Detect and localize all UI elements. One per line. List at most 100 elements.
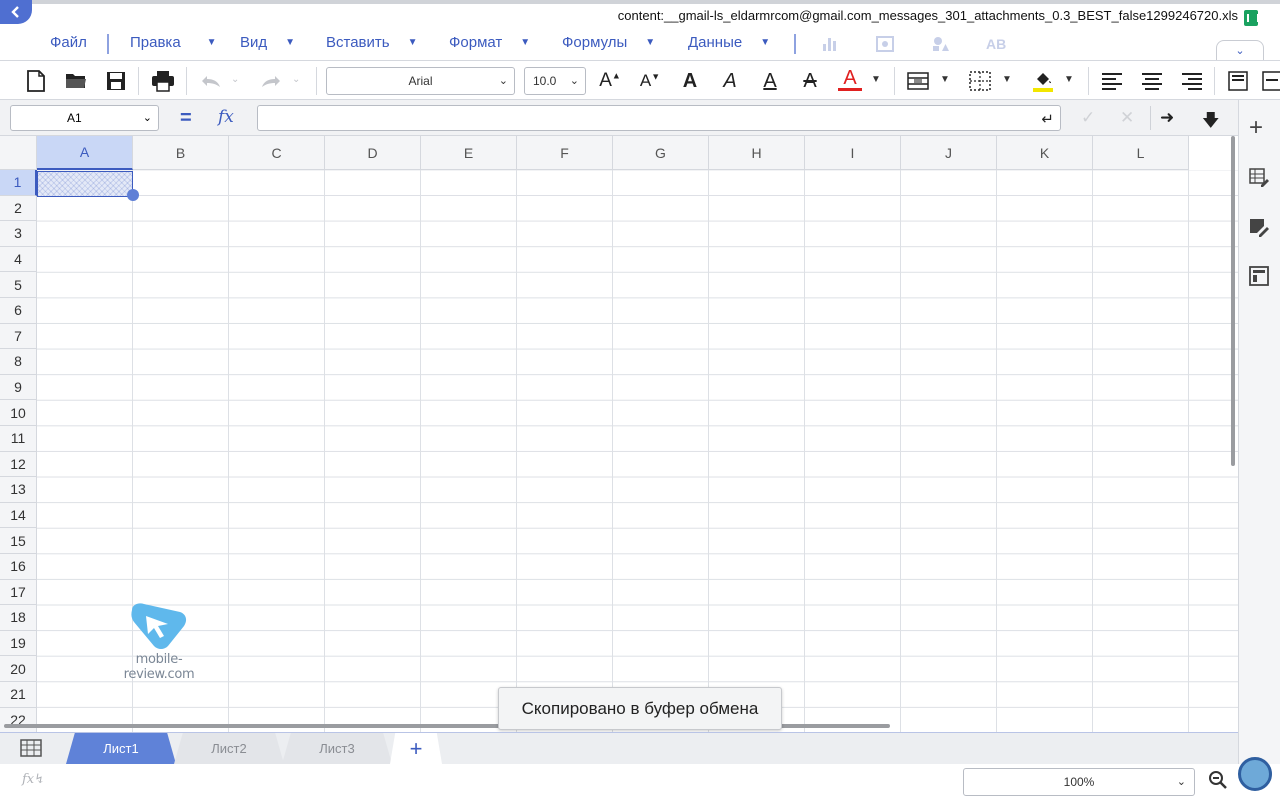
valign-middle-button[interactable] xyxy=(1262,69,1280,93)
column-header-i[interactable]: I xyxy=(805,136,901,170)
function-status-icon[interactable]: fx↯ xyxy=(22,772,45,787)
sheet-tab-2[interactable]: Лист2 xyxy=(174,733,284,764)
strikethrough-button[interactable]: A xyxy=(798,69,822,93)
valign-top-button[interactable] xyxy=(1226,69,1250,93)
confirm-button[interactable]: ✓ xyxy=(1081,108,1095,128)
print-button[interactable] xyxy=(150,69,176,93)
menu-edit[interactable]: Правка ▼ xyxy=(130,34,217,51)
bold-button[interactable]: A xyxy=(678,69,702,93)
row-header-16[interactable]: 16 xyxy=(0,554,37,580)
font-color-button[interactable]: A xyxy=(838,67,862,91)
spreadsheet-grid[interactable]: ABCDEFGHIJKL 1 2 3 4 5 6 7 8 9 10 11 12 13 14 15 16 17 18… xyxy=(0,136,1238,732)
row-header-4[interactable]: 4 xyxy=(0,246,37,273)
underline-button[interactable]: A xyxy=(758,69,782,93)
row-header-3[interactable]: 3 xyxy=(0,221,37,247)
chevron-down-icon[interactable]: ▼ xyxy=(1002,74,1012,85)
row-header-21[interactable]: 21 xyxy=(0,682,37,708)
row-header-18[interactable]: 18 xyxy=(0,605,37,631)
row-header-2[interactable]: 2 xyxy=(0,195,37,222)
column-header-g[interactable]: G xyxy=(613,136,709,170)
collapse-toolbar-button[interactable]: ⌄ xyxy=(1216,40,1264,60)
function-icon[interactable]: fx xyxy=(218,107,234,127)
column-header-b[interactable]: B xyxy=(133,136,229,170)
enter-icon[interactable]: ↵ xyxy=(1041,110,1054,128)
undo-button[interactable] xyxy=(200,69,222,93)
align-right-button[interactable] xyxy=(1180,69,1204,93)
floating-zoom-button[interactable] xyxy=(1238,757,1272,791)
row-header-6[interactable]: 6 xyxy=(0,298,37,324)
shapes-icon[interactable] xyxy=(932,36,950,55)
menu-file[interactable]: Файл xyxy=(50,34,87,51)
zoom-select[interactable]: 100% ⌄ xyxy=(963,768,1195,796)
menu-data[interactable]: Данные ▼ xyxy=(688,34,770,51)
row-header-10[interactable]: 10 xyxy=(0,400,37,426)
chevron-down-icon[interactable]: ⌄ xyxy=(292,74,300,85)
row-header-1[interactable]: 1 xyxy=(0,170,37,196)
fill-color-button[interactable] xyxy=(1030,69,1056,93)
selection-handle[interactable] xyxy=(127,189,139,201)
chart-icon[interactable] xyxy=(822,36,838,55)
move-down-button[interactable]: 🡇 xyxy=(1202,108,1219,137)
equals-icon[interactable]: = xyxy=(180,107,192,130)
row-header-13[interactable]: 13 xyxy=(0,477,37,503)
font-size-select[interactable]: 10.0 ⌄ xyxy=(524,67,586,95)
column-header-k[interactable]: K xyxy=(997,136,1093,170)
row-header-15[interactable]: 15 xyxy=(0,528,37,554)
sheet-list-icon[interactable] xyxy=(20,739,42,757)
textbox-icon[interactable]: AB xyxy=(986,36,1006,52)
table-edit-icon[interactable] xyxy=(1249,168,1269,194)
row-header-5[interactable]: 5 xyxy=(0,272,37,298)
add-sheet-button[interactable]: + xyxy=(390,733,442,764)
zoom-out-button[interactable] xyxy=(1208,770,1228,795)
save-button[interactable] xyxy=(104,69,128,93)
chevron-down-icon[interactable]: ▼ xyxy=(871,74,881,85)
menu-insert[interactable]: Вставить ▼ xyxy=(326,34,418,51)
chevron-down-icon[interactable]: ▼ xyxy=(1064,74,1074,85)
italic-button[interactable]: A xyxy=(718,69,742,93)
column-header-d[interactable]: D xyxy=(325,136,421,170)
row-header-7[interactable]: 7 xyxy=(0,323,37,350)
column-header-j[interactable]: J xyxy=(901,136,997,170)
add-icon[interactable]: + xyxy=(1249,114,1263,142)
row-header-11[interactable]: 11 xyxy=(0,426,37,452)
row-header-20[interactable]: 20 xyxy=(0,656,37,682)
redo-button[interactable] xyxy=(260,69,282,93)
cell-area[interactable] xyxy=(37,170,1238,732)
align-center-button[interactable] xyxy=(1140,69,1164,93)
chevron-down-icon[interactable]: ⌄ xyxy=(231,74,239,85)
column-header-a[interactable]: A xyxy=(37,136,133,170)
menu-view[interactable]: Вид ▼ xyxy=(240,34,295,51)
row-header-17[interactable]: 17 xyxy=(0,579,37,606)
cell-reference-box[interactable]: A1 ⌄ xyxy=(10,105,159,131)
column-header-h[interactable]: H xyxy=(709,136,805,170)
decrease-font-button[interactable]: A▼ xyxy=(638,69,662,93)
sheet-tab-1[interactable]: Лист1 xyxy=(66,733,176,764)
align-left-button[interactable] xyxy=(1100,69,1124,93)
increase-font-button[interactable]: A▲ xyxy=(598,69,622,93)
column-header-e[interactable]: E xyxy=(421,136,517,170)
select-all-corner[interactable] xyxy=(0,136,37,170)
layout-icon[interactable] xyxy=(1249,266,1269,292)
row-header-8[interactable]: 8 xyxy=(0,349,37,375)
new-file-button[interactable] xyxy=(24,69,48,93)
menu-format[interactable]: Формат ▼ xyxy=(449,34,530,51)
column-header-c[interactable]: C xyxy=(229,136,325,170)
menu-formulas[interactable]: Формулы ▼ xyxy=(562,34,655,51)
column-header-f[interactable]: F xyxy=(517,136,613,170)
vertical-scrollbar[interactable] xyxy=(1231,136,1235,466)
cell-style-button[interactable] xyxy=(906,69,930,93)
open-folder-button[interactable] xyxy=(64,69,88,93)
font-family-select[interactable]: Arial ⌄ xyxy=(326,67,515,95)
note-edit-icon[interactable] xyxy=(1249,218,1269,244)
back-button[interactable] xyxy=(0,0,32,24)
row-header-14[interactable]: 14 xyxy=(0,502,37,529)
sheet-tab-3[interactable]: Лист3 xyxy=(282,733,392,764)
row-header-19[interactable]: 19 xyxy=(0,630,37,657)
borders-button[interactable] xyxy=(968,69,992,93)
row-header-12[interactable]: 12 xyxy=(0,451,37,478)
column-header-l[interactable]: L xyxy=(1093,136,1189,170)
move-right-button[interactable]: ➜ xyxy=(1160,108,1174,128)
row-header-22[interactable]: 22 xyxy=(0,707,37,732)
selected-cell[interactable] xyxy=(37,171,133,197)
image-icon[interactable] xyxy=(876,36,894,55)
